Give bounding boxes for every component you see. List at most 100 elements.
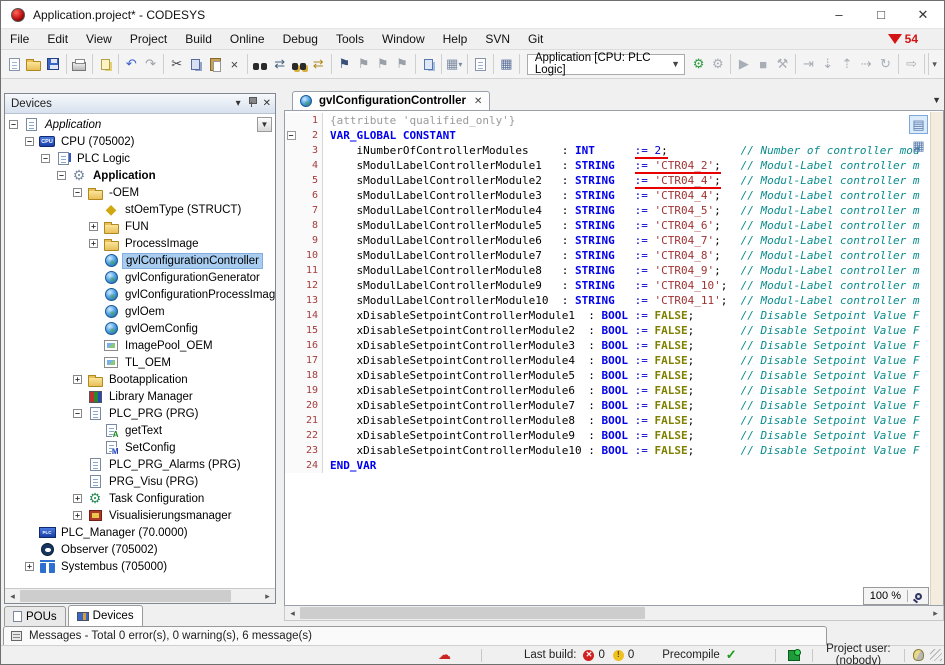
stop-icon[interactable]: ■ [754,53,773,75]
messages-bar[interactable]: Messages - Total 0 error(s), 0 warning(s… [3,626,827,646]
tree-item-gvlconfigurationgenerator[interactable]: gvlConfigurationGenerator [5,269,275,286]
bookmark-next-icon[interactable]: ⚑ [373,53,392,75]
scroll-right-icon[interactable]: ▸ [260,591,275,602]
code-line[interactable]: 3 iNumberOfControllerModules : INT := 2;… [285,143,943,158]
tree-item-setconfig[interactable]: SetConfig [5,439,275,456]
collapse-icon[interactable]: − [73,188,82,197]
tree-item-cpu-705002-[interactable]: −CPUCPU (705002) [5,133,275,150]
code-line[interactable]: 4 sModulLabelControllerModule1 : STRING … [285,158,943,173]
bookmark-clear-icon[interactable]: ⚑ [392,53,411,75]
code-line[interactable]: 21 xDisableSetpointControllerModule8 : B… [285,413,943,428]
tree-root-dropdown-icon[interactable]: ▼ [257,117,272,132]
tab-devices[interactable]: Devices [68,605,143,626]
editor-vertical-scrollbar[interactable] [930,112,943,605]
code-line[interactable]: 14 xDisableSetpointControllerModule1 : B… [285,308,943,323]
tree-item-task-configuration[interactable]: +⚙Task Configuration [5,490,275,507]
new-file-icon[interactable] [5,53,24,75]
tree-item-plc-manager-70-0000-[interactable]: PLCPLC_Manager (70.0000) [5,524,275,541]
code-line[interactable]: 10 sModulLabelControllerModule7 : STRING… [285,248,943,263]
collapse-icon[interactable]: − [9,120,18,129]
collapse-icon[interactable]: − [25,137,34,146]
collapse-icon[interactable]: − [41,154,50,163]
menu-online[interactable]: Online [221,30,274,48]
replace-icon[interactable]: ⇄ [270,53,289,75]
code-line[interactable]: 11 sModulLabelControllerModule8 : STRING… [285,263,943,278]
paste-icon[interactable] [206,53,225,75]
tree-item-gvlconfigurationcontroller[interactable]: gvlConfigurationController [5,252,275,269]
tree-item--oem[interactable]: −-OEM [5,184,275,201]
tab-close-icon[interactable]: ✕ [474,96,482,107]
tree-horizontal-scrollbar[interactable]: ◂ ▸ [5,588,275,603]
panel-menu-icon[interactable]: ▾ [236,99,241,109]
menu-view[interactable]: View [77,30,121,48]
copy-icon[interactable] [186,53,205,75]
tree-item-fun[interactable]: +FUN [5,218,275,235]
menu-edit[interactable]: Edit [38,30,77,48]
code-line[interactable]: −2VAR_GLOBAL CONSTANT [285,128,943,143]
menu-git[interactable]: Git [519,30,552,48]
minimize-button[interactable]: – [818,1,860,28]
tree-item-plc-prg-alarms-prg-[interactable]: PLC_PRG_Alarms (PRG) [5,456,275,473]
code-line[interactable]: 22 xDisableSetpointControllerModule9 : B… [285,428,943,443]
grid-options-icon[interactable]: ▦▾ [445,53,464,75]
alerts-indicator[interactable]: 54 [888,32,918,46]
editor-horizontal-scrollbar[interactable]: ◂ ▸ [284,606,944,621]
toolbar-overflow-icon[interactable]: ▾ [928,53,940,75]
tree-item-systembus-705000-[interactable]: +Systembus (705000) [5,558,275,575]
step-into-icon[interactable]: ⇣ [818,53,837,75]
textual-view-button[interactable]: ▤ [909,115,928,134]
menu-build[interactable]: Build [176,30,221,48]
tree-item-tl-oem[interactable]: TL_OEM [5,354,275,371]
tree-item-gvlconfigurationprocessimage[interactable]: gvlConfigurationProcessImage [5,286,275,303]
tree-item-observer-705002-[interactable]: Observer (705002) [5,541,275,558]
tree-item-stoemtype-struct-[interactable]: ◆stOemType (STRUCT) [5,201,275,218]
maximize-button[interactable]: □ [860,1,902,28]
menu-help[interactable]: Help [434,30,477,48]
expand-icon[interactable]: + [73,494,82,503]
code-line[interactable]: 13 sModulLabelControllerModule10 : STRIN… [285,293,943,308]
expand-icon[interactable]: + [25,562,34,571]
run-to-cursor-icon[interactable]: ⇢ [857,53,876,75]
zoom-level[interactable]: 100 % [864,590,908,602]
code-line[interactable]: 15 xDisableSetpointControllerModule2 : B… [285,323,943,338]
tab-list-dropdown-icon[interactable]: ▼ [932,95,941,105]
editor-tab-gvlconfigurationcontroller[interactable]: gvlConfigurationController ✕ [292,91,490,110]
expand-icon[interactable]: + [73,511,82,520]
device-catalog-icon[interactable]: ▦ [497,53,516,75]
undo-icon[interactable]: ↶ [122,53,141,75]
code-line[interactable]: 9 sModulLabelControllerModule6 : STRING … [285,233,943,248]
code-line[interactable]: 20 xDisableSetpointControllerModule7 : B… [285,398,943,413]
code-line[interactable]: 18 xDisableSetpointControllerModule5 : B… [285,368,943,383]
redo-icon[interactable]: ↷ [141,53,160,75]
cut-icon[interactable]: ✂ [167,53,186,75]
logout-icon[interactable]: ⚙ [708,53,727,75]
resize-grip[interactable] [930,649,942,661]
menu-project[interactable]: Project [121,30,176,48]
tree-item-gvloemconfig[interactable]: gvlOemConfig [5,320,275,337]
new-object-icon[interactable] [471,53,490,75]
login-icon[interactable]: ⚙ [689,53,708,75]
close-button[interactable]: ✕ [902,1,944,28]
code-editor[interactable]: 1{attribute 'qualified_only'}−2VAR_GLOBA… [284,111,944,606]
scroll-right-icon[interactable]: ▸ [928,608,943,619]
delete-icon[interactable]: × [225,53,244,75]
menu-svn[interactable]: SVN [476,30,519,48]
copy-pages-icon[interactable] [96,53,115,75]
collapse-icon[interactable]: − [73,409,82,418]
code-line[interactable]: 17 xDisableSetpointControllerModule4 : B… [285,353,943,368]
tree-item-gvloem[interactable]: gvlOem [5,303,275,320]
tree-item-prg-visu-prg-[interactable]: PRG_Visu (PRG) [5,473,275,490]
tree-item-visualisierungsmanager[interactable]: +Visualisierungsmanager [5,507,275,524]
expand-icon[interactable]: + [73,375,82,384]
save-project-icon[interactable] [43,53,62,75]
export-pages-icon[interactable] [418,53,437,75]
collapse-icon[interactable]: − [57,171,66,180]
code-line[interactable]: 19 xDisableSetpointControllerModule6 : B… [285,383,943,398]
fold-collapse-icon[interactable]: − [287,131,296,140]
code-line[interactable]: 24END_VAR [285,458,943,473]
panel-close-icon[interactable]: ✕ [263,99,271,109]
code-line[interactable]: 16 xDisableSetpointControllerModule3 : B… [285,338,943,353]
tree-item-imagepool-oem[interactable]: ImagePool_OEM [5,337,275,354]
tree-item-plc-logic[interactable]: −PLC Logic [5,150,275,167]
tree-item-library-manager[interactable]: Library Manager [5,388,275,405]
